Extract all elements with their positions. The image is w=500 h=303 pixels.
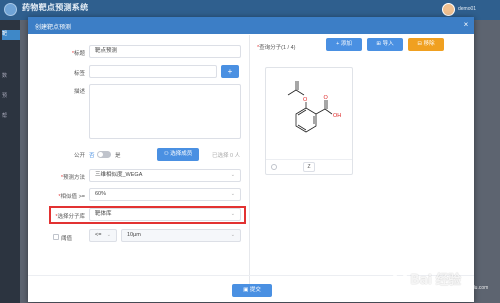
cutoff-value-select[interactable]: 10μm ⌄ xyxy=(121,229,241,242)
public-label: 公开 xyxy=(73,153,85,159)
dialog-header: 创建靶点预测 × xyxy=(28,17,474,34)
cutoff-checkbox[interactable] xyxy=(53,234,59,240)
method-label: *预测方法 xyxy=(60,175,85,181)
name-label: *标题 xyxy=(71,51,85,57)
query-molecule-label: *查询分子(1 / 4) xyxy=(257,45,296,51)
description-textarea[interactable] xyxy=(89,84,241,139)
chevron-down-icon: ⌄ xyxy=(230,232,235,238)
import-button[interactable]: ⊞ 导入 xyxy=(367,38,403,51)
threshold-select[interactable]: 60% ⌄ xyxy=(89,188,241,201)
chevron-down-icon: ⌄ xyxy=(230,211,235,217)
baidu-watermark: Bai 经验 jingyan.baidu.com xyxy=(388,266,488,294)
close-icon[interactable]: × xyxy=(461,20,471,30)
selected-count: 已选择 0 人 xyxy=(212,153,241,159)
chevron-down-icon: ⌄ xyxy=(230,172,235,178)
name-input[interactable]: 靶点预测 xyxy=(89,45,241,58)
create-prediction-dialog: 创建靶点预测 × *标题 靶点预测 标签 + 描述 公开 否 是 ⚇ 选择成员 … xyxy=(28,17,474,302)
desc-label: 描述 xyxy=(73,89,85,95)
add-molecule-button[interactable]: + 添加 xyxy=(326,38,362,51)
threshold-label: *相似值 >= xyxy=(58,194,85,200)
user-name[interactable]: demo01 xyxy=(458,6,476,12)
carbonyl-oxygen-label: O xyxy=(324,95,329,101)
column-divider xyxy=(249,35,250,291)
ester-oxygen-label: O xyxy=(303,97,308,103)
cutoff-label: 阈值 xyxy=(61,236,73,242)
sidebar: 靶 数 预 帮 xyxy=(0,20,20,303)
sidebar-item-2[interactable]: 数 xyxy=(2,72,20,82)
cutoff-operator-select[interactable]: <= ⌄ xyxy=(89,229,117,242)
public-off-text: 否 xyxy=(89,153,95,159)
avatar[interactable] xyxy=(442,3,455,16)
tag-input[interactable] xyxy=(89,65,217,78)
molecule-card[interactable]: O O OH Z xyxy=(265,67,353,175)
library-select[interactable]: 靶体库 ⌄ xyxy=(89,208,241,221)
paw-icon xyxy=(392,269,408,287)
hydroxyl-label: OH xyxy=(333,113,341,119)
edit-molecule-button[interactable]: Z xyxy=(303,162,315,172)
public-toggle[interactable] xyxy=(97,151,111,158)
app-title: 药物靶点预测系统 xyxy=(22,3,89,12)
library-label: *选择分子库 xyxy=(55,214,85,220)
tag-label: 标签 xyxy=(73,71,85,77)
dialog-title: 创建靶点预测 xyxy=(35,25,72,31)
aspirin-structure: O O OH xyxy=(287,81,341,133)
watermark-url: jingyan.baidu.com xyxy=(448,285,489,291)
add-tag-button[interactable]: + xyxy=(221,65,239,78)
molecule-card-footer: Z xyxy=(266,159,352,174)
sidebar-item-3[interactable]: 预 xyxy=(2,92,20,102)
submit-button[interactable]: ▣ 提交 xyxy=(232,284,272,297)
submit-icon: ▣ xyxy=(243,287,250,293)
chevron-down-icon: ⌄ xyxy=(106,232,111,238)
delete-button[interactable]: ⊟ 移除 xyxy=(408,38,444,51)
molecule-radio[interactable] xyxy=(271,164,277,170)
app-logo xyxy=(4,3,17,16)
public-on-text: 是 xyxy=(115,153,121,159)
chevron-down-icon: ⌄ xyxy=(230,191,235,197)
select-member-button[interactable]: ⚇ 选择成员 xyxy=(157,148,199,161)
sidebar-item-4[interactable]: 帮 xyxy=(2,112,20,122)
method-select[interactable]: 三维相似度_WEGA ⌄ xyxy=(89,169,241,182)
sidebar-item-1[interactable]: 靶 xyxy=(2,30,20,40)
